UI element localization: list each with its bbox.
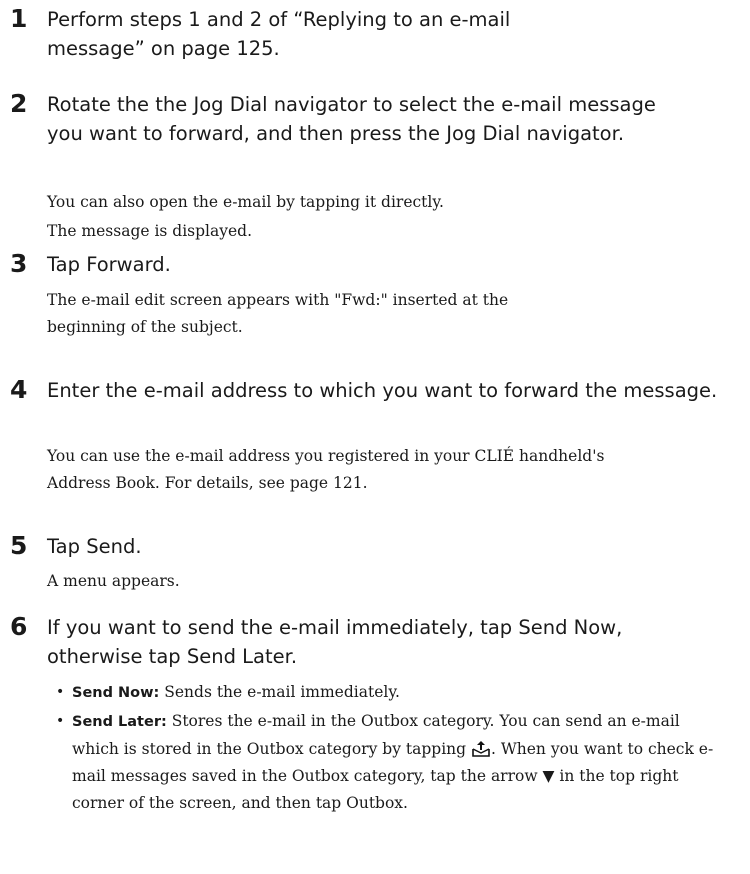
step-number: 5 [10, 531, 28, 560]
bullet-icon: • [56, 684, 65, 700]
step-detail: The e-mail edit screen appears with "Fwd… [47, 291, 509, 336]
step-number: 6 [10, 612, 28, 641]
option-list: • Send Now: Sends the e-mail immediately.… [56, 679, 726, 817]
step-detail: The message is displayed. [47, 222, 253, 240]
bullet-icon: • [56, 713, 65, 729]
step-number: 1 [10, 4, 28, 33]
step-detail: A menu appears. [47, 572, 180, 590]
option-label: Send Now: [72, 685, 160, 701]
step-heading: Enter the e-mail address to which you wa… [47, 379, 718, 402]
step-number: 2 [10, 89, 28, 118]
step-detail: You can also open the e-mail by tapping … [47, 193, 444, 211]
step-number: 4 [10, 375, 28, 404]
step-detail: You can use the e-mail address you regis… [47, 447, 605, 492]
outbox-send-icon [471, 740, 491, 758]
option-send-later: • Send Later: Stores the e-mail in the Ou… [56, 708, 726, 817]
step-heading: If you want to send the e-mail immediate… [47, 616, 623, 668]
step-number: 3 [10, 249, 28, 278]
option-text: Sends the e-mail immediately. [159, 683, 400, 701]
option-send-now: • Send Now: Sends the e-mail immediately. [56, 679, 726, 707]
step-heading: Tap Forward. [47, 253, 171, 276]
step-heading: Perform steps 1 and 2 of “Replying to an… [47, 8, 511, 60]
manual-page: 1 Perform steps 1 and 2 of “Replying to … [0, 0, 750, 874]
step-heading: Rotate the the Jog Dial navigator to sel… [47, 93, 656, 145]
option-label: Send Later: [72, 714, 167, 730]
step-heading: Tap Send. [47, 535, 142, 558]
